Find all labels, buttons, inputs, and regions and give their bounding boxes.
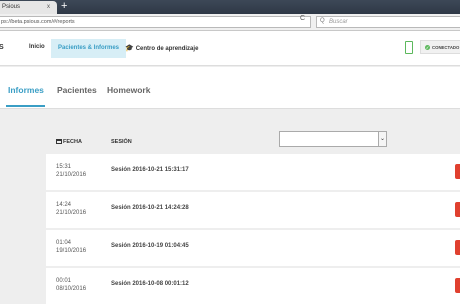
nav-item-inicio[interactable]: Inicio <box>29 44 45 50</box>
new-tab-icon[interactable]: + <box>61 0 67 13</box>
search-icon: Q <box>320 18 325 24</box>
date-header-label: FECHA <box>63 139 82 145</box>
address-bar[interactable]: ps://beta.psious.com/#/reports <box>0 16 311 28</box>
reload-icon[interactable]: C <box>300 15 305 22</box>
row-date: 19/10/2016 <box>56 248 87 254</box>
row-session: Sesión 2016-10-08 00:01:12 <box>111 281 189 287</box>
table-row[interactable]: 15:31 21/10/2016 Sesión 2016-10-21 15:31… <box>46 154 460 190</box>
browser-tab-strip: Psious x + <box>0 0 460 14</box>
chevron-down-icon: ⌄ <box>378 132 386 146</box>
section-tabs: Informes Pacientes Homework <box>0 67 460 109</box>
row-date: 21/10/2016 <box>56 172 87 178</box>
row-session: Sesión 2016-10-19 01:04:45 <box>111 243 189 249</box>
connection-status-badge: ✓ CONECTADO <box>420 40 460 54</box>
tab-homework[interactable]: Homework <box>107 85 150 95</box>
app-logo[interactable]: S <box>0 44 4 51</box>
row-session: Sesión 2016-10-21 14:24:28 <box>111 205 189 211</box>
tab-pacientes[interactable]: Pacientes <box>57 85 97 95</box>
browser-toolbar: ps://beta.psious.com/#/reports C Q Busca… <box>0 14 460 31</box>
row-date: 21/10/2016 <box>56 210 87 216</box>
table-row[interactable]: 00:01 08/10/2016 Sesión 2016-10-08 00:01… <box>46 268 460 304</box>
nav-item-centro-label: Centro de aprendizaje <box>135 46 199 52</box>
table-row[interactable]: 14:24 21/10/2016 Sesión 2016-10-21 14:24… <box>46 192 460 228</box>
check-icon: ✓ <box>425 45 430 50</box>
row-session: Sesión 2016-10-21 15:31:17 <box>111 167 189 173</box>
browser-tab-title: Psious <box>2 4 21 10</box>
browser-tab[interactable]: Psious x <box>0 1 57 14</box>
app-navbar: S Inicio Pacientes & Informes 🎓 Centro de… <box>0 31 460 66</box>
row-action-button[interactable] <box>455 278 460 293</box>
row-action-button[interactable] <box>455 240 460 255</box>
row-action-button[interactable] <box>455 202 460 217</box>
row-time: 15:31 <box>56 164 72 170</box>
connection-status-label: CONECTADO <box>432 45 460 50</box>
row-action-button[interactable] <box>455 164 460 179</box>
graduation-cap-icon: 🎓 <box>125 45 134 52</box>
row-time: 01:04 <box>56 240 72 246</box>
search-placeholder: Buscar <box>329 19 348 25</box>
close-icon[interactable]: x <box>47 4 50 10</box>
row-time: 00:01 <box>56 278 72 284</box>
active-tab-indicator <box>6 105 45 107</box>
nav-item-centro-aprendizaje[interactable]: 🎓 Centro de aprendizaje <box>125 44 198 52</box>
row-time: 14:24 <box>56 202 72 208</box>
tab-informes[interactable]: Informes <box>8 85 44 95</box>
browser-search-input[interactable]: Q Buscar <box>316 16 460 28</box>
table-row[interactable]: 01:04 19/10/2016 Sesión 2016-10-19 01:04… <box>46 230 460 266</box>
smartphone-icon[interactable] <box>405 41 413 54</box>
session-column-header[interactable]: SESIÓN <box>111 139 132 145</box>
nav-item-pacientes-informes[interactable]: Pacientes & Informes <box>51 39 127 58</box>
row-date: 08/10/2016 <box>56 286 87 292</box>
filter-select[interactable]: ⌄ <box>279 131 387 147</box>
date-column-header[interactable]: FECHA <box>56 139 82 145</box>
calendar-icon <box>56 139 62 144</box>
